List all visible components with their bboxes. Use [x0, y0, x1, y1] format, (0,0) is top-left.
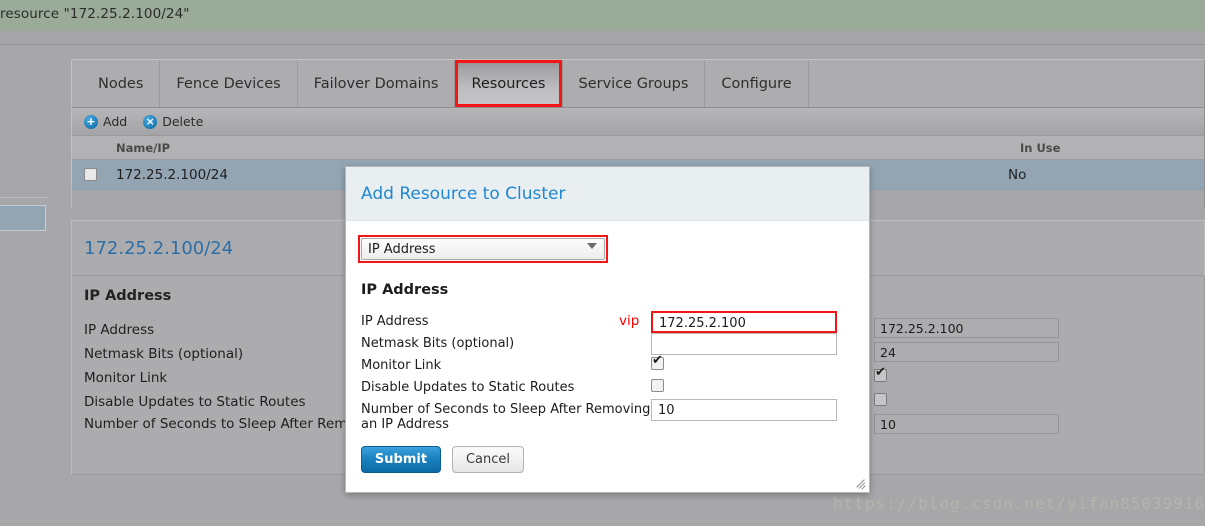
detail-text-input[interactable]: 172.25.2.100: [874, 318, 1059, 338]
detail-text-input[interactable]: 10: [874, 414, 1059, 434]
row-select-checkbox[interactable]: [83, 168, 97, 181]
tab-resources[interactable]: Resources: [455, 60, 563, 107]
tab-label: Fence Devices: [176, 75, 281, 92]
tab-label: Service Groups: [578, 75, 689, 92]
dialog-title: Add Resource to Cluster: [361, 183, 566, 204]
tab-label: Configure: [721, 75, 792, 92]
detail-checkbox[interactable]: [874, 393, 887, 406]
tab-failover-domains[interactable]: Failover Domains: [298, 60, 456, 107]
dialog-field-control: [651, 333, 841, 355]
dialog-field-row: Monitor Link: [361, 354, 854, 377]
dialog-field-row: IP Address 172.25.2.100: [361, 311, 854, 333]
cell-in-use: No: [1008, 166, 1027, 183]
dialog-field-row: Number of Seconds to Sleep After Removin…: [361, 399, 854, 432]
detail-field-control: 172.25.2.100: [874, 318, 1064, 338]
add-button[interactable]: + Add: [84, 114, 127, 129]
dialog-field-row: Disable Updates to Static Routes: [361, 377, 854, 399]
dialog-field-label: Disable Updates to Static Routes: [361, 380, 575, 395]
dialog-field-label: Netmask Bits (optional): [361, 336, 515, 351]
resource-type-select-wrap: IP Address: [358, 235, 608, 263]
sidebar-divider: [0, 197, 48, 198]
detail-field-control: 10: [874, 414, 1064, 434]
top-banner: resource "172.25.2.100/24": [0, 0, 1205, 31]
x-circle-icon: ×: [143, 114, 158, 129]
delete-button-label: Delete: [162, 114, 204, 129]
dialog-resize-grip[interactable]: [854, 477, 866, 490]
tab-label: Resources: [471, 75, 546, 92]
cancel-button[interactable]: Cancel: [452, 446, 524, 473]
dialog-field-control: 172.25.2.100: [651, 311, 841, 333]
dialog-body: IP Address IP Address vip IP Address 172.…: [346, 221, 869, 432]
add-resource-dialog: Add Resource to Cluster IP Address IP Ad…: [345, 166, 870, 493]
dialog-field-row: Netmask Bits (optional): [361, 333, 854, 355]
tab-label: Failover Domains: [313, 75, 439, 92]
sidebar-selected-item[interactable]: [0, 205, 46, 231]
dialog-header: Add Resource to Cluster: [346, 167, 869, 221]
plus-circle-icon: +: [84, 114, 98, 129]
delete-button[interactable]: × Delete: [143, 114, 203, 129]
tab-configure[interactable]: Configure: [705, 60, 809, 107]
dialog-field-control: 10: [651, 399, 841, 421]
tab-nodes[interactable]: Nodes: [82, 60, 161, 107]
tab-bar: Nodes Fence Devices Failover Domains Resour…: [71, 59, 1205, 108]
dialog-form: vip IP Address 172.25.2.100 Netmask Bits (…: [361, 311, 854, 432]
column-header-in-use: In Use: [1020, 140, 1061, 155]
banner-strip: [0, 31, 1205, 45]
dialog-text-input[interactable]: 172.25.2.100: [651, 311, 837, 333]
dialog-checkbox[interactable]: [651, 379, 664, 392]
resource-type-value: IP Address: [368, 241, 436, 257]
row-checkbox-cell[interactable]: [72, 168, 108, 181]
dialog-field-control: [651, 377, 841, 396]
dialog-field-label: Number of Seconds to Sleep After Removin…: [361, 402, 651, 432]
banner-title: resource "172.25.2.100/24": [0, 6, 190, 22]
dialog-footer: Submit Cancel: [346, 434, 869, 492]
chevron-down-icon: [587, 243, 597, 249]
dialog-checkbox[interactable]: [651, 354, 664, 370]
submit-button[interactable]: Submit: [361, 446, 441, 473]
detail-section-title: IP Address: [84, 288, 172, 304]
dialog-text-input[interactable]: 10: [651, 399, 837, 421]
vip-annotation: vip: [619, 313, 640, 329]
tab-fence-devices[interactable]: Fence Devices: [160, 60, 298, 107]
table-header-row: Name/IP In Use: [71, 136, 1205, 160]
column-header-name-ip: Name/IP: [116, 140, 171, 155]
dialog-section-title: IP Address: [361, 282, 449, 298]
dialog-field-label: IP Address: [361, 314, 429, 329]
left-sidebar-remnant: [0, 45, 62, 526]
resource-toolbar: + Add × Delete: [71, 108, 1205, 136]
detail-title[interactable]: 172.25.2.100/24: [84, 238, 233, 259]
tab-label: Nodes: [98, 75, 144, 92]
detail-field-control: [874, 366, 1064, 386]
tab-service-groups[interactable]: Service Groups: [563, 60, 706, 107]
resource-type-select[interactable]: IP Address: [361, 238, 605, 260]
dialog-text-input[interactable]: [651, 333, 837, 355]
add-button-label: Add: [103, 114, 128, 129]
detail-checkbox[interactable]: [874, 366, 887, 382]
dialog-field-label: Monitor Link: [361, 358, 442, 373]
detail-field-control: 24: [874, 342, 1064, 362]
detail-field-control: [874, 390, 1064, 410]
dialog-field-control: [651, 354, 841, 374]
detail-text-input[interactable]: 24: [874, 342, 1059, 362]
